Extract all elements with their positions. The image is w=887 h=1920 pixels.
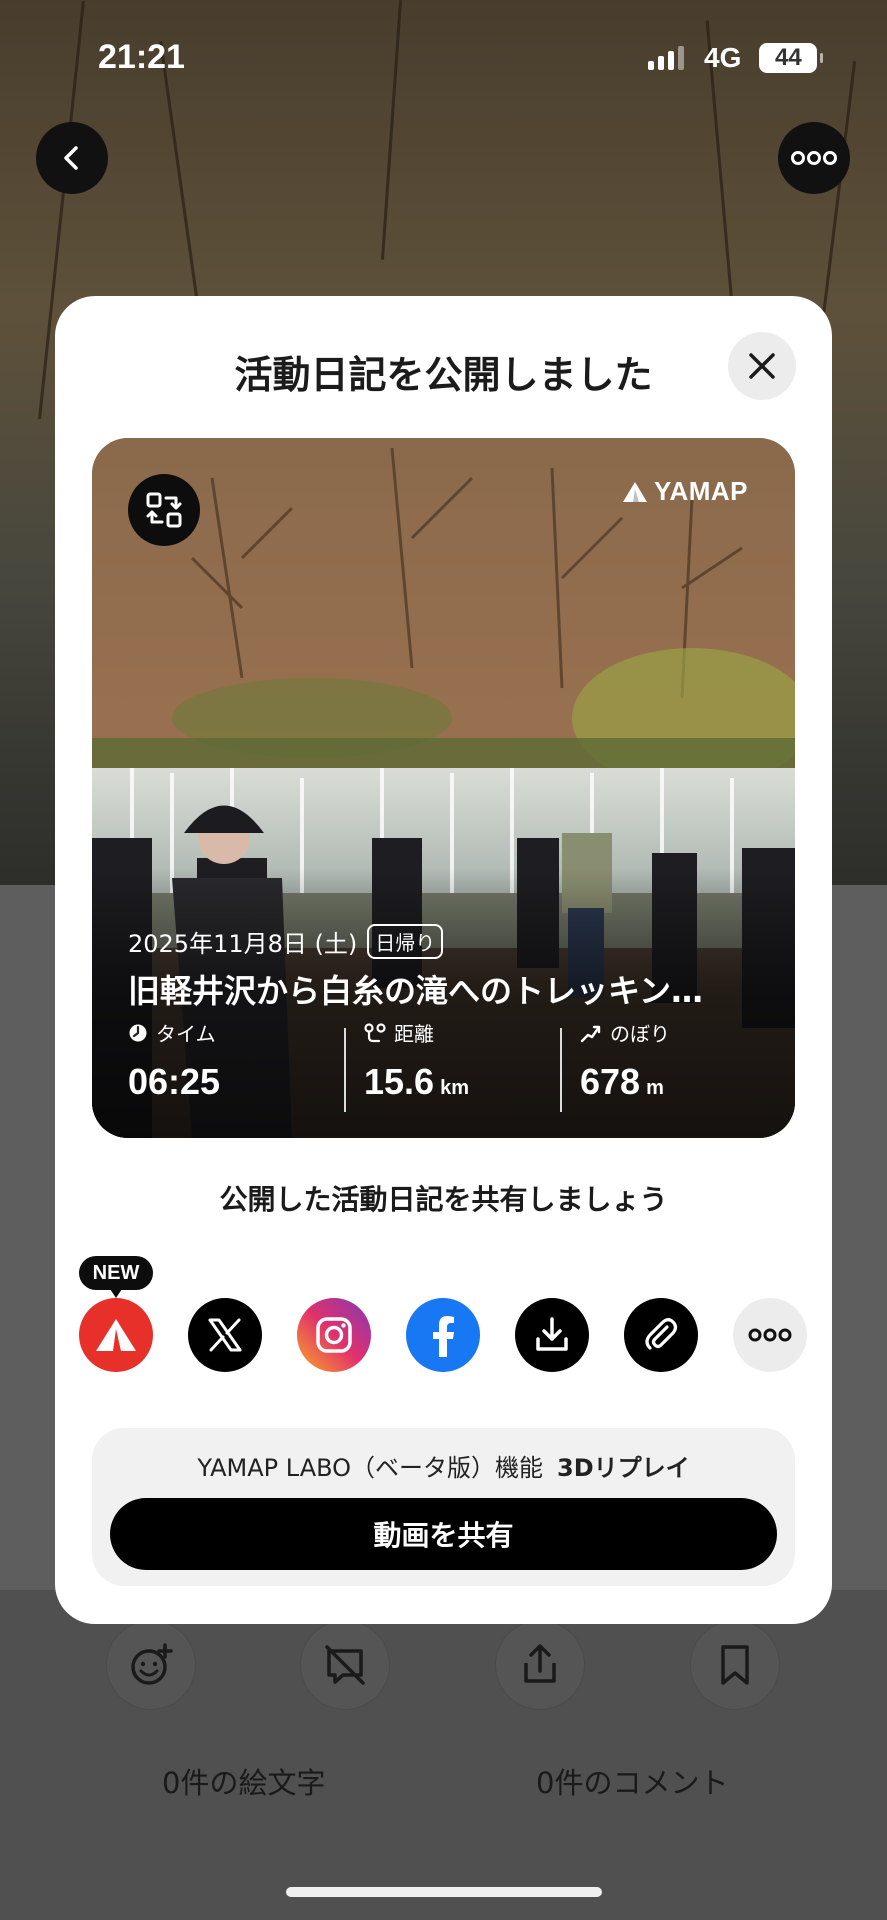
more-options-button[interactable] (778, 122, 850, 194)
close-button[interactable] (728, 332, 796, 400)
share-modal: 活動日記を公開しました YAMAP 2025年11月8日 (土) 日帰り 旧軽井… (55, 296, 832, 1624)
more-share-button[interactable] (733, 1298, 807, 1372)
yamap-share-button[interactable] (79, 1298, 153, 1372)
brand-name: YAMAP (654, 476, 749, 506)
add-emoji-button[interactable] (106, 1620, 196, 1710)
battery-icon: 44 (759, 43, 824, 73)
stat-distance: 距離 15.6 km (364, 1018, 584, 1118)
brand-logo: YAMAP (622, 476, 748, 507)
stat-ascent: のぼり 678 m (580, 1018, 795, 1118)
x-icon (208, 1318, 242, 1352)
yamap-icon (96, 1319, 136, 1351)
change-photo-button[interactable] (128, 474, 200, 546)
stat-distance-value: 15.6 (364, 1061, 435, 1102)
ascent-icon (580, 1025, 601, 1042)
comment-off-icon (325, 1645, 365, 1685)
chevron-left-icon (64, 146, 78, 170)
facebook-icon (433, 1316, 454, 1357)
comment-disabled-button[interactable] (300, 1620, 390, 1710)
stat-distance-label: 距離 (394, 1022, 434, 1046)
emoji-count[interactable]: 0件の絵文字 (162, 1760, 325, 1802)
share-targets (55, 1298, 832, 1378)
labo-panel: YAMAP LABO（ベータ版）機能 3Dリプレイ 動画を共有 (92, 1428, 795, 1586)
stat-time: タイム 06:25 (128, 1018, 348, 1118)
more-horizontal-icon (748, 1328, 792, 1342)
bookmark-button[interactable] (690, 1620, 780, 1710)
stat-distance-unit: km (440, 1077, 469, 1099)
instagram-share-button[interactable] (297, 1298, 371, 1372)
home-indicator[interactable] (286, 1887, 602, 1897)
network-type: 4G (704, 42, 742, 73)
comment-count[interactable]: 0件のコメント (536, 1760, 728, 1802)
status-indicators: 4G 44 (648, 42, 824, 74)
facebook-share-button[interactable] (406, 1298, 480, 1372)
status-time: 21:21 (98, 38, 185, 76)
route-icon (364, 1022, 386, 1042)
add-emoji-icon (131, 1643, 173, 1685)
copy-link-share-button[interactable] (624, 1298, 698, 1372)
signal-icon (648, 46, 684, 70)
share-button[interactable] (495, 1620, 585, 1710)
activity-date: 2025年11月8日 (土) (128, 930, 358, 958)
stat-ascent-value: 678 (580, 1061, 641, 1102)
share-icon (524, 1644, 556, 1683)
modal-title: 活動日記を公開しました (234, 353, 653, 397)
labo-label: YAMAP LABO（ベータ版）機能 (197, 1454, 544, 1482)
activity-title: 旧軽井沢から白糸の滝へのトレッキン… (128, 972, 704, 1010)
stat-time-value: 06:25 (128, 1061, 221, 1102)
activity-card[interactable]: YAMAP 2025年11月8日 (土) 日帰り 旧軽井沢から白糸の滝へのトレッ… (92, 438, 795, 1138)
stat-ascent-label: のぼり (610, 1022, 670, 1046)
activity-stats: タイム 06:25 距離 15.6 km のぼり 678 m (92, 1018, 795, 1118)
stat-time-label: タイム (156, 1022, 216, 1046)
new-badge: NEW (79, 1256, 153, 1298)
daytrip-badge: 日帰り (367, 924, 444, 959)
back-button[interactable] (36, 122, 108, 194)
yamap-logo-icon (623, 481, 647, 502)
activity-date-row: 2025年11月8日 (土) 日帰り (128, 924, 444, 959)
close-icon (749, 353, 775, 379)
labo-feature: 3Dリプレイ (557, 1454, 690, 1482)
download-icon (536, 1317, 568, 1351)
share-video-button[interactable]: 動画を共有 (110, 1498, 777, 1570)
more-horizontal-icon (791, 151, 837, 165)
swap-icon (146, 492, 182, 528)
stat-ascent-unit: m (646, 1077, 664, 1099)
instagram-icon (316, 1317, 352, 1353)
labo-caption: YAMAP LABO（ベータ版）機能 3Dリプレイ (92, 1448, 795, 1483)
stat-divider (560, 1028, 562, 1112)
bookmark-icon (721, 1645, 749, 1685)
clock-icon (129, 1024, 147, 1041)
stat-divider (344, 1028, 346, 1112)
share-prompt: 公開した活動日記を共有しましょう (219, 1183, 668, 1216)
paperclip-icon (645, 1318, 678, 1350)
download-share-button[interactable] (515, 1298, 589, 1372)
x-share-button[interactable] (188, 1298, 262, 1372)
